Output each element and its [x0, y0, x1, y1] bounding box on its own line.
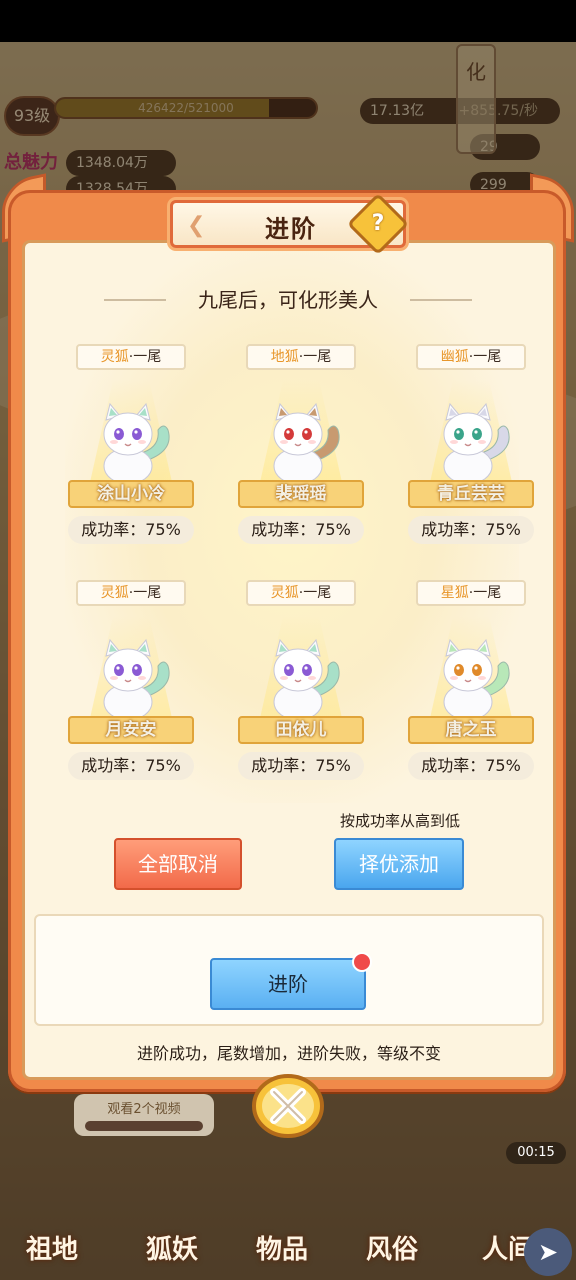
fox-card[interactable]: 灵狐·一尾月安安成功率：75% [46, 580, 216, 790]
fox-portrait-icon [273, 638, 340, 721]
fox-portrait-icon [443, 638, 510, 721]
fox-tail-count: ·一尾 [298, 585, 332, 601]
fox-success-rate: 成功率：75% [68, 752, 194, 780]
watch-video-progress [85, 1121, 203, 1131]
fox-type: 灵狐 [100, 349, 129, 365]
close-button[interactable] [250, 1072, 326, 1142]
fox-rank-tag: 星狐·一尾 [416, 580, 526, 606]
subtitle-text: 九尾后，可化形美人 [198, 288, 378, 312]
fox-card[interactable]: 幽狐·一尾青丘芸芸成功率：75% [386, 344, 556, 554]
fox-portrait-icon [103, 402, 170, 485]
fox-name: 月安安 [68, 716, 194, 744]
bottom-navigation: 祖地 狐妖 物品 风俗 人间 [0, 1190, 576, 1280]
fox-rank-tag: 幽狐·一尾 [416, 344, 526, 370]
fox-success-rate: 成功率：75% [238, 752, 364, 780]
fox-portrait-icon [103, 638, 170, 721]
countdown-timer: 00:15 [506, 1142, 566, 1164]
rocket-icon[interactable]: ➤ [524, 1228, 572, 1276]
watch-video-button[interactable]: 观看2个视频 [74, 1094, 214, 1136]
auto-add-best-button[interactable]: 择优添加 [334, 838, 464, 890]
fox-type: 星狐 [440, 585, 469, 601]
watch-video-label: 观看2个视频 [107, 1102, 181, 1117]
fox-type: 地狐 [270, 349, 299, 365]
fox-name: 青丘芸芸 [408, 480, 534, 508]
fox-rank-tag: 灵狐·一尾 [76, 344, 186, 370]
fox-card[interactable]: 地狐·一尾裴瑶瑶成功率：75% [216, 344, 386, 554]
notification-dot [352, 952, 372, 972]
auto-add-hint: 按成功率从高到低 [339, 812, 460, 830]
fox-card[interactable]: 灵狐·一尾田依儿成功率：75% [216, 580, 386, 790]
question-mark-icon: ? [371, 211, 385, 236]
fox-name: 涂山小冷 [68, 480, 194, 508]
fox-name: 田依儿 [238, 716, 364, 744]
fox-success-rate: 成功率：75% [238, 516, 364, 544]
nav-items[interactable]: 物品 [256, 1229, 308, 1266]
fox-type: 灵狐 [100, 585, 129, 601]
fox-tail-count: ·一尾 [468, 349, 502, 365]
subtitle-divider-right [410, 299, 472, 301]
fox-rank-tag: 灵狐·一尾 [246, 580, 356, 606]
fox-name: 唐之玉 [408, 716, 534, 744]
fox-portrait-icon [273, 402, 340, 485]
fox-tail-count: ·一尾 [128, 349, 162, 365]
fox-portrait-icon [443, 402, 510, 485]
fox-success-rate: 成功率：75% [68, 516, 194, 544]
dialog-subtitle: 九尾后，可化形美人 [104, 282, 472, 318]
fox-success-rate: 成功率：75% [408, 752, 534, 780]
fox-tail-count: ·一尾 [468, 585, 502, 601]
nav-fox-demons[interactable]: 狐妖 [146, 1229, 198, 1266]
nav-customs[interactable]: 风俗 [366, 1229, 418, 1266]
nav-ancestral-land[interactable]: 祖地 [26, 1229, 78, 1266]
fox-rank-tag: 地狐·一尾 [246, 344, 356, 370]
fox-success-rate: 成功率：75% [408, 516, 534, 544]
fox-card[interactable]: 星狐·一尾唐之玉成功率：75% [386, 580, 556, 790]
fox-tail-count: ·一尾 [128, 585, 162, 601]
advance-rule-note: 进阶成功，尾数增加，进阶失败，等级不变 [136, 1044, 441, 1063]
fox-rank-tag: 灵狐·一尾 [76, 580, 186, 606]
fox-type: 幽狐 [440, 349, 469, 365]
fox-tail-count: ·一尾 [298, 349, 332, 365]
cancel-all-button[interactable]: 全部取消 [114, 838, 242, 890]
advance-button[interactable]: 进阶 [210, 958, 366, 1010]
fox-name: 裴瑶瑶 [238, 480, 364, 508]
subtitle-divider-left [104, 299, 166, 301]
fox-card[interactable]: 灵狐·一尾涂山小冷成功率：75% [46, 344, 216, 554]
fox-type: 灵狐 [270, 585, 299, 601]
